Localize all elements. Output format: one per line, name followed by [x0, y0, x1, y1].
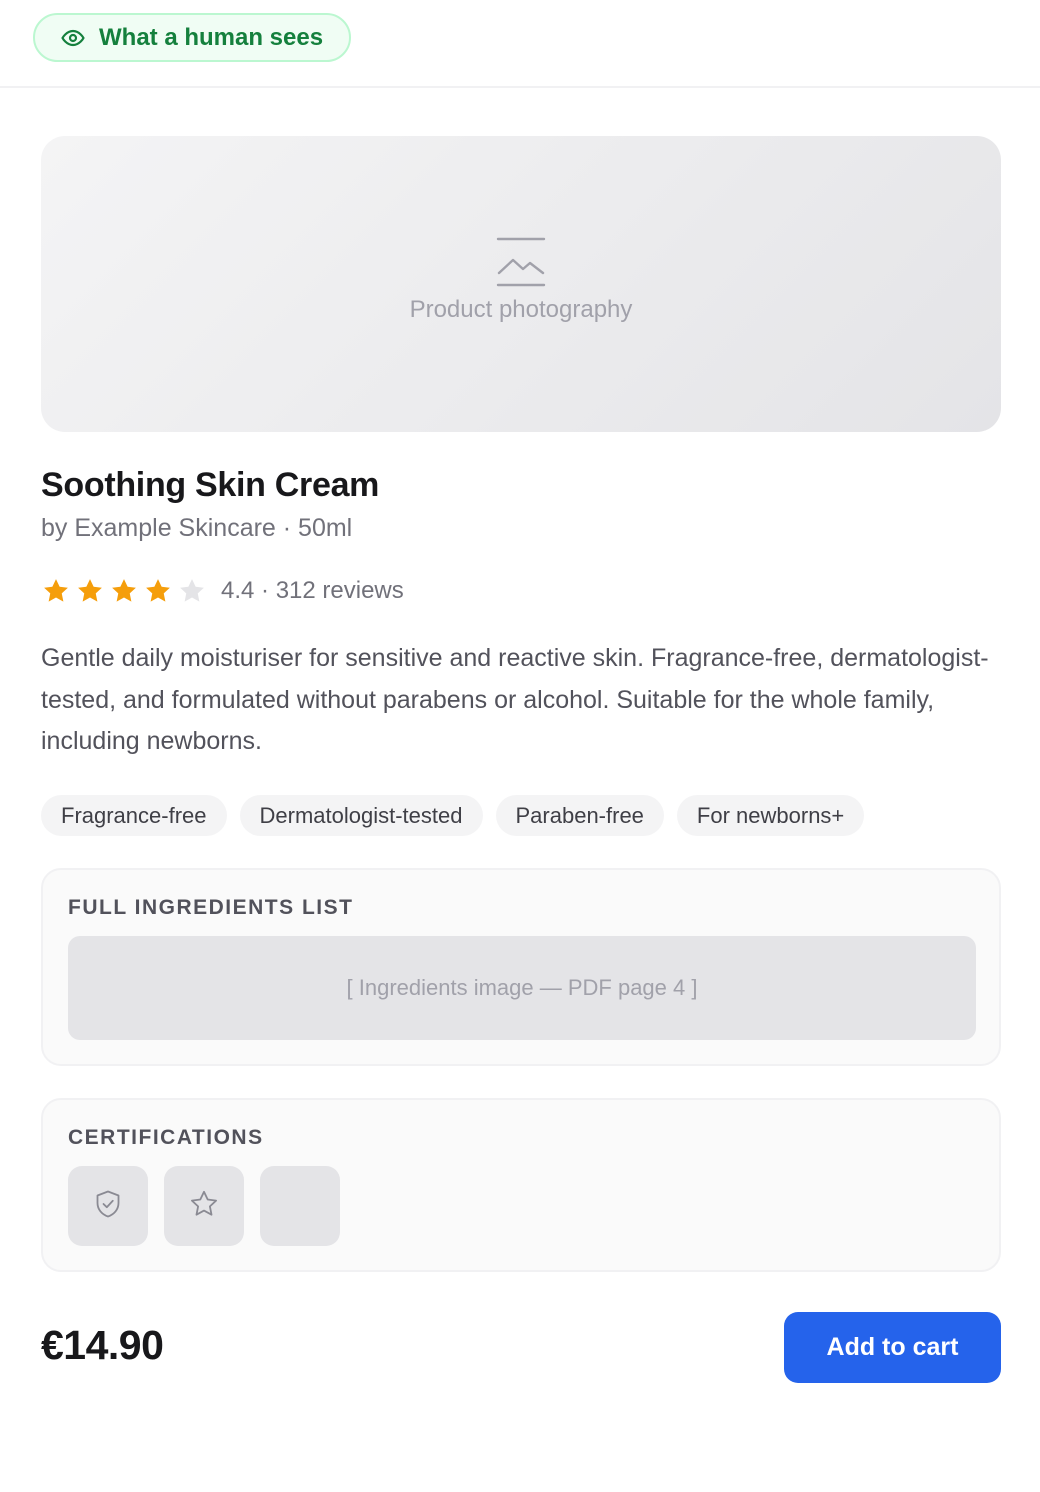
product-price: €14.90: [41, 1322, 164, 1368]
top-bar: What a human sees: [0, 0, 1040, 88]
star-filled-icon: [109, 576, 139, 606]
product-image-label: Product photography: [409, 296, 633, 323]
view-mode-label: What a human sees: [99, 23, 324, 51]
star-empty-icon: [177, 576, 207, 606]
tag-dermatologist-tested: Dermatologist-tested: [239, 795, 483, 836]
certification-badge: [68, 1166, 148, 1246]
certification-badge: [164, 1166, 244, 1246]
certification-badge: [260, 1166, 340, 1246]
star-filled-icon: [41, 576, 71, 606]
eye-icon: [61, 26, 85, 50]
star-filled-icon: [75, 576, 105, 606]
product-tags: Fragrance-free Dermatologist-tested Para…: [41, 795, 877, 836]
product-rating: 4.4 · 312 reviews: [41, 574, 404, 608]
product-subtitle: by Example Skincare · 50ml: [41, 514, 353, 542]
product-description: Gentle daily moisturiser for sensitive a…: [41, 644, 989, 755]
add-to-cart-button[interactable]: Add to cart: [784, 1312, 1001, 1383]
rating-summary: 4.4 · 312 reviews: [221, 577, 404, 604]
star-outline-icon: [188, 1188, 220, 1225]
tag-for-newborns: For newborns+: [676, 795, 865, 836]
view-mode-toggle[interactable]: What a human sees: [33, 13, 351, 62]
ingredients-image-placeholder: [ Ingredients image — PDF page 4 ]: [68, 936, 976, 1040]
certification-badges: [68, 1166, 356, 1246]
ingredients-heading: FULL INGREDIENTS LIST: [68, 896, 354, 919]
tag-fragrance-free: Fragrance-free: [41, 795, 227, 836]
ingredients-card: FULL INGREDIENTS LIST [ Ingredients imag…: [41, 868, 1001, 1066]
product-image-placeholder: Product photography: [41, 136, 1001, 432]
certifications-card: CERTIFICATIONS: [41, 1098, 1001, 1272]
certifications-heading: CERTIFICATIONS: [68, 1126, 264, 1149]
image-icon: [495, 236, 547, 288]
star-filled-icon: [143, 576, 173, 606]
tag-paraben-free: Paraben-free: [495, 795, 664, 836]
shield-check-icon: [92, 1188, 124, 1225]
rating-stars: [41, 576, 211, 606]
product-title: Soothing Skin Cream: [41, 466, 380, 504]
